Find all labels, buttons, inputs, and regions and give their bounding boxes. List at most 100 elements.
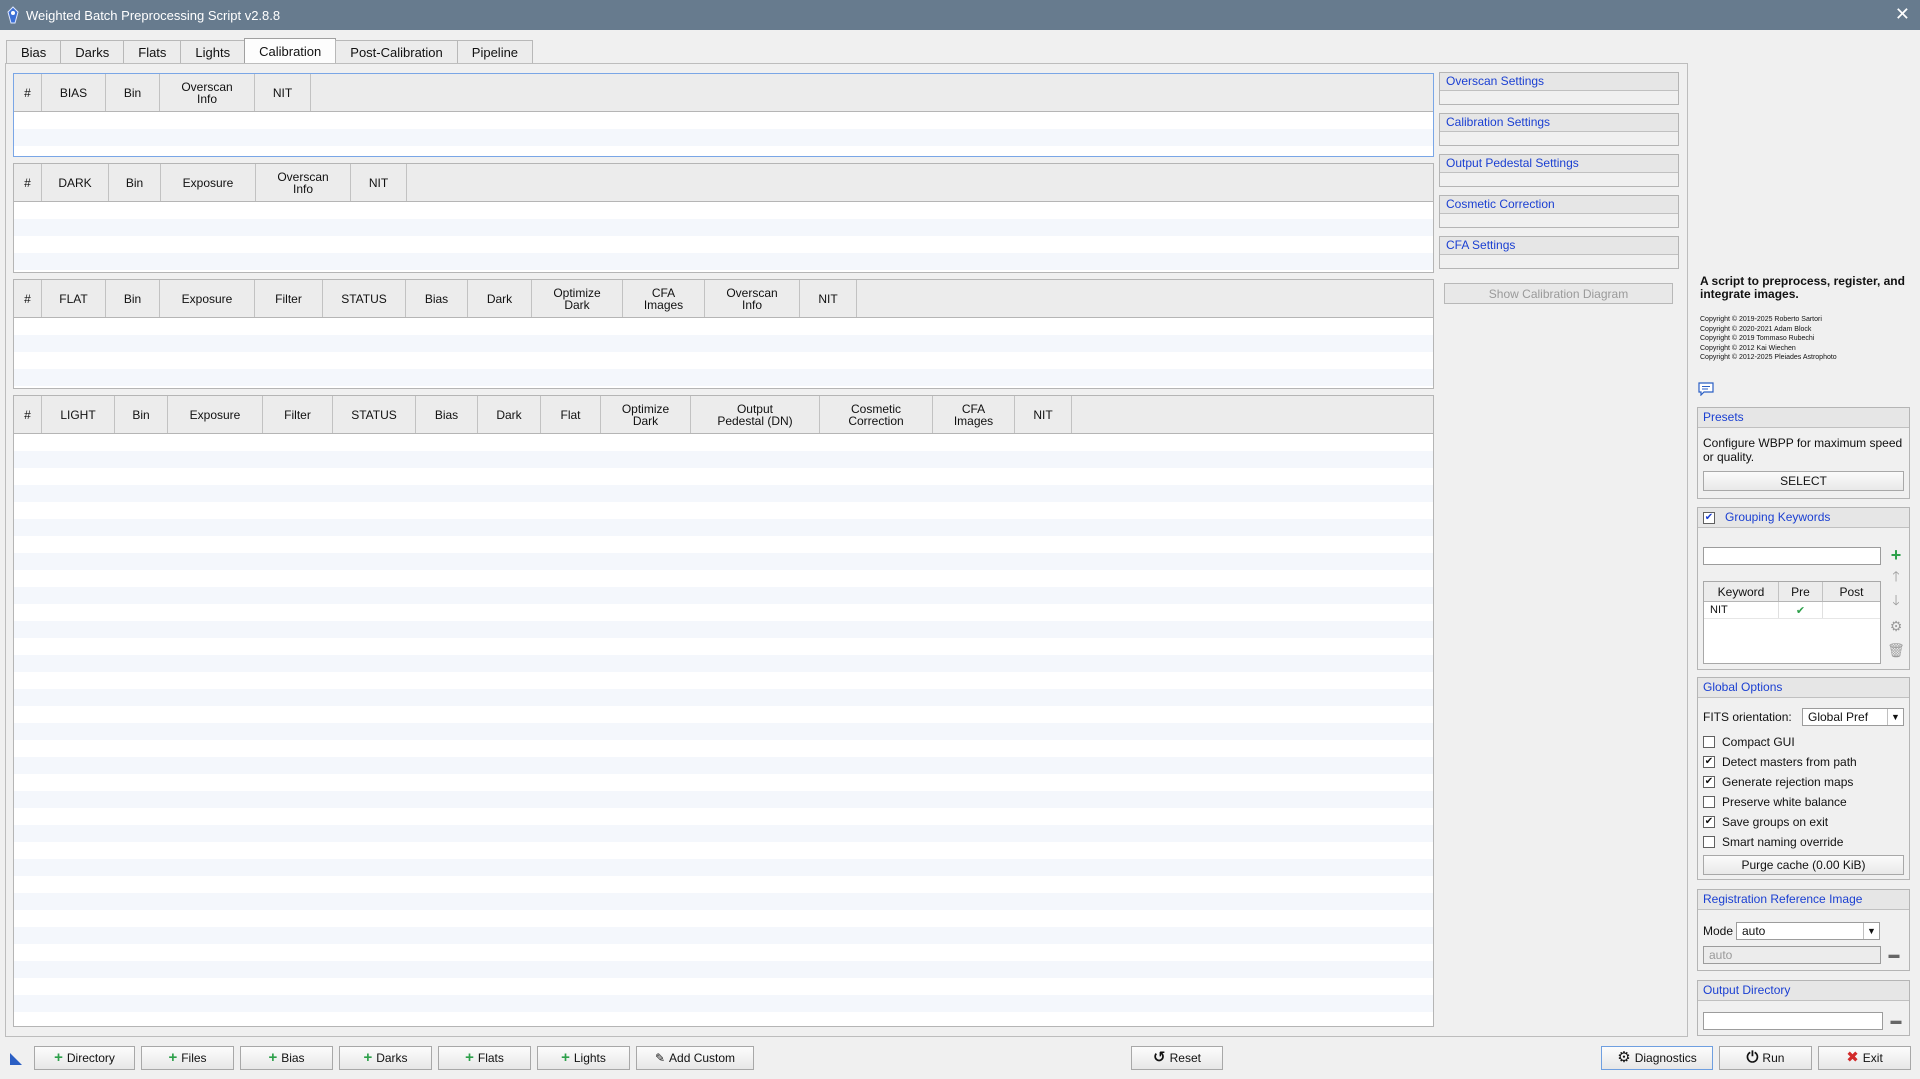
trash-icon[interactable]: 🗑 xyxy=(1887,642,1905,658)
option-smart-naming[interactable]: Smart naming override xyxy=(1698,832,1909,852)
add-bias-button[interactable]: + Bias xyxy=(240,1046,333,1070)
chevron-down-icon[interactable]: ▼ xyxy=(1863,923,1879,939)
column-header[interactable]: NIT xyxy=(800,280,857,317)
column-header[interactable]: CFA Images xyxy=(623,280,705,317)
column-header[interactable]: Filter xyxy=(255,280,323,317)
column-header[interactable]: DARK xyxy=(42,164,109,201)
resize-corner-icon[interactable] xyxy=(9,1052,23,1066)
column-header[interactable]: Bias xyxy=(406,280,468,317)
tab-bias[interactable]: Bias xyxy=(6,40,62,64)
diagnostics-button[interactable]: ⚙ Diagnostics xyxy=(1601,1046,1713,1070)
dark-table[interactable]: # DARK Bin Exposure Overscan Info NIT xyxy=(13,163,1434,273)
output-pedestal-settings-header[interactable]: Output Pedestal Settings xyxy=(1440,155,1678,173)
column-header[interactable]: Exposure xyxy=(160,280,255,317)
dark-table-body[interactable] xyxy=(14,202,1433,272)
flat-table-body[interactable] xyxy=(14,318,1433,388)
column-header[interactable]: Keyword xyxy=(1704,582,1779,601)
light-table[interactable]: # LIGHT Bin Exposure Filter STATUS Bias … xyxy=(13,395,1434,1027)
pre-checkmark-icon[interactable]: ✔ xyxy=(1779,602,1823,618)
column-header[interactable]: Optimize Dark xyxy=(601,396,691,433)
column-header[interactable]: Bin xyxy=(109,164,161,201)
column-header[interactable]: LIGHT xyxy=(42,396,115,433)
light-table-body[interactable] xyxy=(14,434,1433,1026)
table-row[interactable]: NIT ✔ xyxy=(1704,602,1880,619)
tab-flats[interactable]: Flats xyxy=(123,40,182,64)
option-compact-gui[interactable]: Compact GUI xyxy=(1698,732,1909,752)
move-down-icon[interactable]: 🡓 xyxy=(1888,592,1904,610)
tab-lights[interactable]: Lights xyxy=(180,40,246,64)
reference-image-field[interactable]: auto xyxy=(1703,946,1881,964)
overscan-settings-header[interactable]: Overscan Settings xyxy=(1440,73,1678,91)
column-header[interactable]: Overscan Info xyxy=(705,280,800,317)
chevron-down-icon[interactable]: ▼ xyxy=(1887,709,1903,725)
column-header[interactable]: Cosmetic Correction xyxy=(820,396,933,433)
exit-button[interactable]: ✖ Exit xyxy=(1818,1046,1911,1070)
column-header[interactable]: Bin xyxy=(106,74,160,111)
tab-darks[interactable]: Darks xyxy=(60,40,125,64)
purge-cache-button[interactable]: Purge cache (0.00 KiB) xyxy=(1703,855,1904,875)
add-flats-button[interactable]: + Flats xyxy=(438,1046,531,1070)
show-calibration-diagram-button[interactable]: Show Calibration Diagram xyxy=(1444,283,1673,304)
column-header[interactable]: Bias xyxy=(416,396,478,433)
column-header[interactable]: NIT xyxy=(1015,396,1072,433)
column-header[interactable]: Bin xyxy=(106,280,160,317)
column-header[interactable]: Overscan Info xyxy=(256,164,351,201)
option-generate-rejection-maps[interactable]: ✔ Generate rejection maps xyxy=(1698,772,1909,792)
add-lights-button[interactable]: + Lights xyxy=(537,1046,630,1070)
column-header[interactable]: # xyxy=(14,164,42,201)
column-header[interactable]: Dark xyxy=(478,396,541,433)
column-header[interactable]: CFA Images xyxy=(933,396,1015,433)
checkbox[interactable]: ✔ xyxy=(1703,816,1715,828)
keyword-input[interactable] xyxy=(1703,547,1881,565)
bias-table[interactable]: # BIAS Bin Overscan Info NIT xyxy=(13,73,1434,157)
column-header[interactable]: NIT xyxy=(255,74,311,111)
column-header[interactable]: Overscan Info xyxy=(160,74,255,111)
option-preserve-white-balance[interactable]: Preserve white balance xyxy=(1698,792,1909,812)
tab-post-calibration[interactable]: Post-Calibration xyxy=(335,40,458,64)
checkbox[interactable]: ✔ xyxy=(1703,756,1715,768)
flat-table[interactable]: # FLAT Bin Exposure Filter STATUS Bias D… xyxy=(13,279,1434,389)
keywords-table[interactable]: Keyword Pre Post NIT ✔ xyxy=(1703,581,1881,664)
bias-table-body[interactable] xyxy=(14,112,1433,156)
folder-icon[interactable]: ▬ xyxy=(1888,1013,1904,1029)
presets-select-button[interactable]: SELECT xyxy=(1703,471,1904,491)
column-header[interactable]: NIT xyxy=(351,164,407,201)
option-detect-masters[interactable]: ✔ Detect masters from path xyxy=(1698,752,1909,772)
folder-icon[interactable]: ▬ xyxy=(1886,947,1902,963)
column-header[interactable]: Exposure xyxy=(168,396,263,433)
tab-calibration[interactable]: Calibration xyxy=(244,38,337,64)
post-cell[interactable] xyxy=(1823,602,1880,618)
fits-orientation-select[interactable]: Global Pref ▼ xyxy=(1802,708,1904,726)
column-header[interactable]: STATUS xyxy=(333,396,416,433)
calibration-settings-header[interactable]: Calibration Settings xyxy=(1440,114,1678,132)
column-header[interactable]: STATUS xyxy=(323,280,406,317)
column-header[interactable]: Bin xyxy=(115,396,168,433)
checkbox[interactable] xyxy=(1703,836,1715,848)
run-button[interactable]: ⏻ Run xyxy=(1719,1046,1812,1070)
checkbox[interactable] xyxy=(1703,736,1715,748)
grouping-keywords-checkbox[interactable]: ✔ xyxy=(1703,511,1715,524)
column-header[interactable]: Exposure xyxy=(161,164,256,201)
checkbox[interactable]: ✔ xyxy=(1703,776,1715,788)
column-header[interactable]: # xyxy=(14,396,42,433)
reset-button[interactable]: ↺ Reset xyxy=(1131,1046,1223,1070)
column-header[interactable]: Dark xyxy=(468,280,532,317)
column-header[interactable]: # xyxy=(14,74,42,111)
close-icon[interactable]: ✕ xyxy=(1895,4,1910,25)
column-header[interactable]: FLAT xyxy=(42,280,106,317)
add-directory-button[interactable]: + Directory xyxy=(34,1046,135,1070)
option-save-groups[interactable]: ✔ Save groups on exit xyxy=(1698,812,1909,832)
add-keyword-icon[interactable]: + xyxy=(1888,545,1904,565)
add-darks-button[interactable]: + Darks xyxy=(339,1046,432,1070)
mode-select[interactable]: auto ▼ xyxy=(1736,922,1880,940)
add-files-button[interactable]: + Files xyxy=(141,1046,234,1070)
column-header[interactable]: BIAS xyxy=(42,74,106,111)
column-header[interactable]: Pre xyxy=(1779,582,1823,601)
add-custom-button[interactable]: ✎ Add Custom xyxy=(636,1046,754,1070)
tab-pipeline[interactable]: Pipeline xyxy=(456,40,534,64)
column-header[interactable]: # xyxy=(14,280,42,317)
column-header[interactable]: Post xyxy=(1823,582,1880,601)
column-header[interactable]: Flat xyxy=(541,396,601,433)
chat-bubble-icon[interactable] xyxy=(1698,382,1714,396)
output-directory-input[interactable] xyxy=(1703,1012,1883,1030)
